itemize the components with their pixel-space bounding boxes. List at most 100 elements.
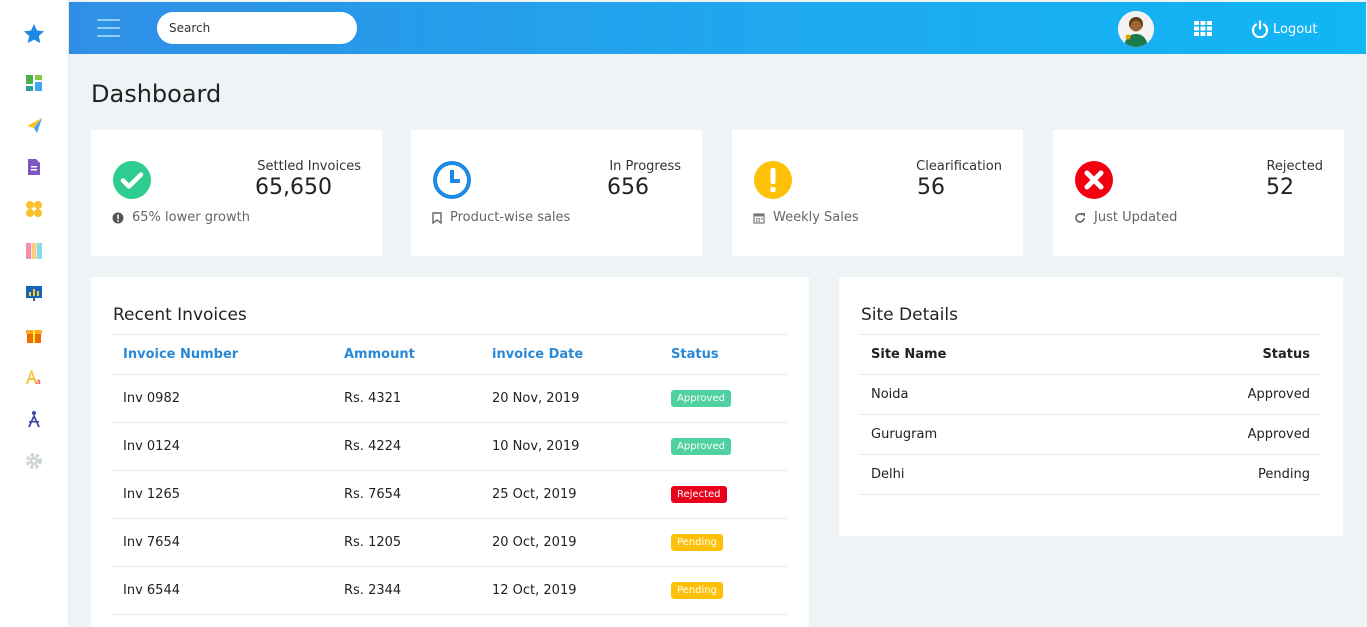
site-details-table: Site Name Status Noida Approved Gurugram Ap… [860, 334, 1321, 495]
status-badge: Approved [671, 390, 731, 407]
page-title: Dashboard [91, 80, 222, 108]
stat-value: 65,650 [255, 175, 332, 200]
user-avatar[interactable] [1118, 11, 1154, 47]
site-status: Approved [1109, 374, 1321, 415]
invoice-amount: Rs. 7654 [334, 470, 482, 519]
top-bar: Logout [69, 2, 1366, 54]
stat-card-in-progress: In Progress 656 Product-wise sales [411, 130, 702, 256]
invoice-status-cell: Pending [661, 566, 787, 615]
invoice-amount: Rs. 4321 [334, 374, 482, 423]
column-header-status: Status [1109, 334, 1321, 375]
column-header-invoice-date[interactable]: invoice Date [482, 334, 661, 375]
table-header-row: Site Name Status [860, 334, 1321, 375]
sidebar: a [0, 0, 69, 627]
site-details-panel: Site Details Site Name Status Noida Appro… [839, 277, 1343, 536]
invoice-date: 12 Oct, 2019 [482, 566, 661, 615]
invoice-status-cell: Rejected [661, 470, 787, 519]
recent-invoices-title: Recent Invoices [113, 305, 247, 325]
invoice-row[interactable]: Inv 1265 Rs. 7654 25 Oct, 2019 Rejected [113, 470, 787, 519]
invoice-status-cell: Approved [661, 422, 787, 471]
paper-plane-icon[interactable] [24, 115, 44, 135]
times-circle-icon [1074, 160, 1114, 200]
invoice-amount: Rs. 2344 [334, 566, 482, 615]
stat-label: Rejected [1266, 159, 1323, 174]
invoice-row[interactable]: Inv 0982 Rs. 4321 20 Nov, 2019 Approved [113, 374, 787, 423]
gift-icon[interactable] [24, 325, 44, 345]
settings-gear-icon[interactable] [24, 451, 44, 471]
site-name: Gurugram [860, 414, 1110, 455]
logout-button[interactable]: Logout [1251, 18, 1318, 40]
stat-label: In Progress [609, 159, 681, 174]
apps-grid-icon[interactable] [1193, 18, 1213, 38]
site-row: Noida Approved [860, 374, 1321, 415]
site-name: Noida [860, 374, 1110, 415]
clock-icon [432, 160, 472, 200]
logout-label: Logout [1273, 21, 1318, 37]
status-badge: Pending [671, 582, 723, 599]
menu-toggle-icon[interactable] [97, 19, 120, 37]
search-input[interactable] [157, 12, 357, 44]
invoice-amount: Rs. 1205 [334, 518, 482, 567]
stat-card-clearification: Clearification 56 Weekly Sales [732, 130, 1023, 256]
stat-label: Settled Invoices [257, 159, 361, 174]
refresh-icon [1075, 212, 1085, 223]
invoice-number: Inv 0982 [113, 374, 334, 423]
invoice-status-cell: Approved [661, 374, 787, 423]
stat-value: 52 [1266, 175, 1294, 200]
invoice-number: Inv 1265 [113, 470, 334, 519]
columns-icon[interactable] [24, 241, 44, 261]
stat-footer-text: Just Updated [1094, 210, 1178, 225]
exclamation-circle-icon [753, 160, 793, 200]
stat-footer: Weekly Sales [753, 210, 859, 225]
status-badge: Rejected [671, 486, 727, 503]
star-logo-icon[interactable] [22, 22, 46, 46]
bookmark-icon [432, 211, 442, 224]
stat-footer: 65% lower growth [112, 210, 250, 225]
site-status: Approved [1109, 414, 1321, 455]
stat-footer: Product-wise sales [432, 210, 570, 225]
invoice-row[interactable]: Inv 6544 Rs. 2344 12 Oct, 2019 Pending [113, 566, 787, 615]
recent-invoices-panel: Recent Invoices Invoice Number Ammount i… [91, 277, 809, 627]
invoice-row[interactable]: Inv 7654 Rs. 1205 20 Oct, 2019 Pending [113, 518, 787, 567]
column-header-amount[interactable]: Ammount [334, 334, 482, 375]
invoice-date: 10 Nov, 2019 [482, 422, 661, 471]
stat-value: 56 [917, 175, 945, 200]
typography-icon[interactable]: a [24, 367, 44, 387]
site-row: Delhi Pending [860, 454, 1321, 495]
stat-footer-text: 65% lower growth [132, 210, 250, 225]
invoice-date: 25 Oct, 2019 [482, 470, 661, 519]
recent-invoices-table: Invoice Number Ammount invoice Date Stat… [113, 334, 787, 615]
stat-footer-text: Weekly Sales [773, 210, 859, 225]
calendar-icon [753, 212, 765, 224]
status-badge: Approved [671, 438, 731, 455]
compass-icon[interactable] [24, 409, 44, 429]
status-badge: Pending [671, 534, 723, 551]
invoice-date: 20 Nov, 2019 [482, 374, 661, 423]
invoice-number: Inv 0124 [113, 422, 334, 471]
invoice-number: Inv 7654 [113, 518, 334, 567]
column-header-invoice-number[interactable]: Invoice Number [113, 334, 334, 375]
column-header-status[interactable]: Status [661, 334, 787, 375]
widgets-icon[interactable] [24, 199, 44, 219]
invoice-amount: Rs. 4224 [334, 422, 482, 471]
presentation-chart-icon[interactable] [24, 283, 44, 303]
invoice-row[interactable]: Inv 0124 Rs. 4224 10 Nov, 2019 Approved [113, 422, 787, 471]
column-header-site-name: Site Name [860, 334, 1110, 375]
check-circle-icon [112, 160, 152, 200]
invoice-number: Inv 6544 [113, 566, 334, 615]
invoice-date: 20 Oct, 2019 [482, 518, 661, 567]
site-row: Gurugram Approved [860, 414, 1321, 455]
document-icon[interactable] [24, 157, 44, 177]
info-circle-icon [112, 212, 124, 223]
table-header-row: Invoice Number Ammount invoice Date Stat… [113, 334, 787, 375]
power-icon [1251, 20, 1269, 38]
stat-card-settled-invoices: Settled Invoices 65,650 65% lower growth [91, 130, 382, 256]
stat-card-rejected: Rejected 52 Just Updated [1053, 130, 1344, 256]
stat-value: 656 [607, 175, 649, 200]
dashboard-icon[interactable] [24, 73, 44, 93]
site-name: Delhi [860, 454, 1110, 495]
site-details-title: Site Details [861, 305, 958, 325]
stat-footer: Just Updated [1074, 210, 1177, 225]
stat-label: Clearification [916, 159, 1002, 174]
invoice-status-cell: Pending [661, 518, 787, 567]
